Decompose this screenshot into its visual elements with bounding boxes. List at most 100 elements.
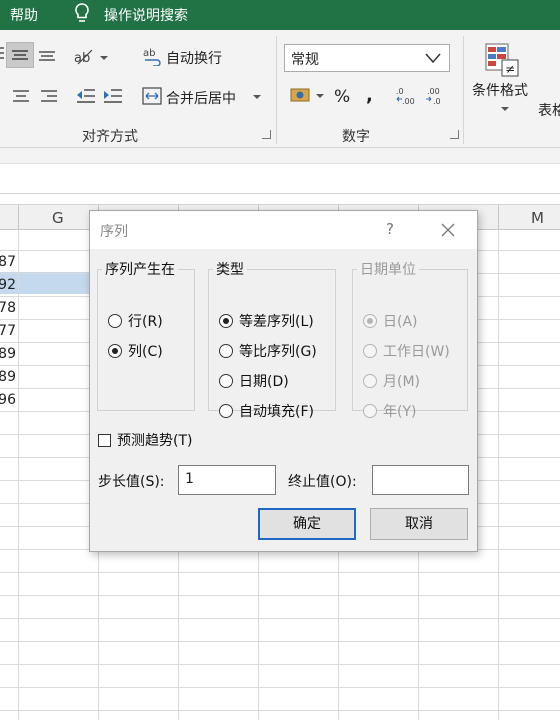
type-group: 类型 等差序列(L) 等比序列(G) 日期(D) 自动填充(F) xyxy=(208,259,336,420)
ok-button[interactable]: 确定 xyxy=(258,508,356,540)
radio-rows[interactable] xyxy=(108,314,122,328)
menu-help[interactable]: 帮助 xyxy=(10,5,38,25)
increase-indent-icon[interactable] xyxy=(103,87,123,105)
number-group-label: 数字 xyxy=(342,129,370,145)
trend-label: 预测趋势(T) xyxy=(117,433,193,449)
option-growth[interactable]: 等比序列(G) xyxy=(219,341,317,361)
cell-value[interactable]: 77 xyxy=(0,323,16,339)
option-rows[interactable]: 行(R) xyxy=(108,311,163,331)
stop-value-label: 终止值(O): xyxy=(288,474,357,490)
ribbon-bottom-strip xyxy=(0,148,560,164)
date-unit-group: 日期单位 日(A) 工作日(W) 月(M) 年(Y) xyxy=(352,259,468,420)
dialog-titlebar[interactable]: 序列 ? xyxy=(90,211,477,249)
radio-columns[interactable] xyxy=(108,344,122,358)
percent-button[interactable]: % xyxy=(334,87,350,107)
radio-date[interactable] xyxy=(219,374,233,388)
radio-growth[interactable] xyxy=(219,344,233,358)
orientation-icon[interactable]: ab xyxy=(74,48,108,66)
option-linear-label: 等差序列(L) xyxy=(239,314,314,330)
row-line xyxy=(0,618,560,619)
align-middle-button[interactable] xyxy=(6,42,34,68)
ribbon-separator xyxy=(463,36,464,144)
svg-text:.00: .00 xyxy=(427,87,440,96)
trend-checkbox[interactable]: 预测趋势(T) xyxy=(98,430,192,450)
option-autofill[interactable]: 自动填充(F) xyxy=(219,401,314,421)
comma-button[interactable]: , xyxy=(366,85,373,106)
svg-text:.00: .00 xyxy=(402,97,415,106)
merge-center-button[interactable]: 合并后居中 xyxy=(166,88,236,108)
svg-text:ab: ab xyxy=(143,48,155,59)
trend-checkbox-box[interactable] xyxy=(98,434,111,447)
wrap-text-button[interactable]: 自动换行 xyxy=(166,48,222,68)
decrease-indent-icon[interactable] xyxy=(76,87,96,105)
column-divider xyxy=(18,205,19,231)
option-weekday-label: 工作日(W) xyxy=(383,344,450,360)
cell-value[interactable]: 92 xyxy=(0,277,16,293)
increase-decimal-icon[interactable]: .0.00 xyxy=(396,86,418,106)
column-header-g[interactable]: G xyxy=(52,209,64,227)
row-line xyxy=(0,664,560,665)
column-header-m[interactable]: M xyxy=(531,209,544,227)
cell-value[interactable]: 78 xyxy=(0,300,16,316)
option-rows-label: 行(R) xyxy=(128,314,163,330)
cell-value[interactable]: 89 xyxy=(0,346,16,362)
merge-center-icon xyxy=(142,87,162,105)
option-day: 日(A) xyxy=(363,311,418,331)
column-line xyxy=(18,230,19,720)
align-bottom-icon[interactable] xyxy=(38,47,56,63)
radio-autofill[interactable] xyxy=(219,404,233,418)
cell-value[interactable]: 96 xyxy=(0,392,16,408)
conditional-format-dropdown-icon[interactable] xyxy=(500,106,510,112)
option-day-label: 日(A) xyxy=(383,314,418,330)
svg-text:≠: ≠ xyxy=(505,62,515,76)
row-line xyxy=(0,595,560,596)
column-line xyxy=(498,230,499,720)
cancel-button[interactable]: 取消 xyxy=(370,508,468,540)
conditional-format-button[interactable]: 条件格式 xyxy=(472,80,528,100)
svg-text:.0: .0 xyxy=(433,97,441,106)
series-dialog: 序列 ? 序列产生在 行(R) 列(C) 类型 等差序列(L) 等比序列(G) … xyxy=(89,210,478,552)
tell-me-search[interactable]: 操作说明搜索 xyxy=(104,5,188,25)
align-right-icon[interactable] xyxy=(40,89,58,103)
option-autofill-label: 自动填充(F) xyxy=(239,404,314,420)
close-icon[interactable] xyxy=(440,222,456,238)
alignment-dialog-launcher[interactable] xyxy=(262,130,271,139)
ribbon: ab ab 自动换行 合并后居中 对齐方式 常规 % , .0.00 .00.0… xyxy=(0,30,560,148)
stop-value-input[interactable] xyxy=(372,465,469,495)
align-left-icon-partial[interactable] xyxy=(0,44,4,62)
cell-value[interactable]: 87 xyxy=(0,254,16,270)
decrease-decimal-icon[interactable]: .00.0 xyxy=(425,86,447,106)
align-middle-icon xyxy=(12,50,28,60)
option-linear[interactable]: 等差序列(L) xyxy=(219,311,314,331)
help-button[interactable]: ? xyxy=(386,220,394,238)
svg-text:ab: ab xyxy=(74,51,90,66)
align-center-icon[interactable] xyxy=(12,89,30,103)
row-line xyxy=(0,687,560,688)
row-line xyxy=(0,710,560,711)
option-month-label: 月(M) xyxy=(383,374,421,390)
step-value-label: 步长值(S): xyxy=(98,474,165,490)
step-value-input[interactable]: 1 xyxy=(178,465,276,495)
option-columns-label: 列(C) xyxy=(128,344,163,360)
radio-month xyxy=(363,374,377,388)
option-date[interactable]: 日期(D) xyxy=(219,371,289,391)
option-growth-label: 等比序列(G) xyxy=(239,344,317,360)
radio-linear[interactable] xyxy=(219,314,233,328)
cell-value[interactable]: 89 xyxy=(0,369,16,385)
accounting-icon[interactable] xyxy=(290,86,326,106)
radio-weekday xyxy=(363,344,377,358)
alignment-group-label: 对齐方式 xyxy=(82,129,138,145)
row-line xyxy=(0,572,560,573)
series-in-label: 序列产生在 xyxy=(105,262,175,278)
format-as-table-button[interactable]: 表格 xyxy=(538,100,560,120)
svg-text:.0: .0 xyxy=(396,87,404,96)
formula-bar[interactable] xyxy=(0,164,560,194)
merge-dropdown-icon[interactable] xyxy=(252,94,262,100)
option-date-label: 日期(D) xyxy=(239,374,289,390)
number-dialog-launcher[interactable] xyxy=(450,130,459,139)
chevron-down-icon xyxy=(425,53,441,64)
radio-day xyxy=(363,314,377,328)
option-columns[interactable]: 列(C) xyxy=(108,341,163,361)
number-format-select[interactable]: 常规 xyxy=(284,44,450,72)
row-line xyxy=(0,641,560,642)
